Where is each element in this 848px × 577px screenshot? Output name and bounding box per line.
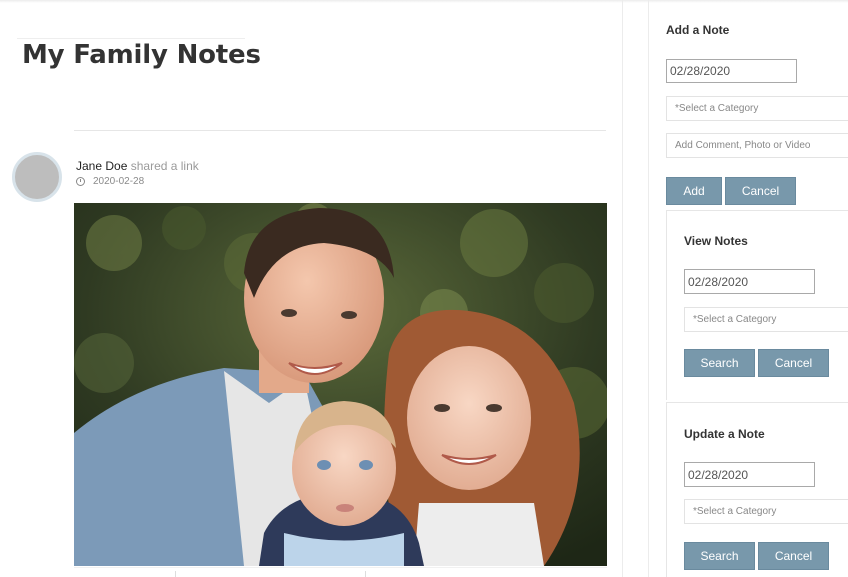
footer-tick [365,571,366,577]
view-cancel-button[interactable]: Cancel [758,349,829,377]
post-footer-line [74,567,607,568]
clock-icon [76,177,85,186]
feed-divider [74,130,606,131]
panel-divider [666,210,848,211]
view-notes-title: View Notes [684,234,748,248]
view-notes-date-input[interactable] [684,269,815,294]
panel-divider [666,402,848,403]
add-cancel-button[interactable]: Cancel [725,177,796,205]
column-divider [622,0,623,577]
update-note-category-select[interactable] [684,499,848,524]
panel-border [666,402,667,577]
add-note-category-select[interactable] [666,96,848,121]
top-shadow [0,0,848,3]
add-note-date-input[interactable] [666,59,797,83]
update-note-date-input[interactable] [684,462,815,487]
update-note-title: Update a Note [684,427,765,441]
update-cancel-button[interactable]: Cancel [758,542,829,570]
page-title: My Family Notes [22,40,261,70]
update-search-button[interactable]: Search [684,542,755,570]
panel-border [666,210,667,400]
view-search-button[interactable]: Search [684,349,755,377]
post-action: shared a link [130,159,199,173]
view-notes-category-select[interactable] [684,307,848,332]
post-date: 2020-02-28 [93,176,145,187]
sidebar-border [648,0,649,577]
author-name[interactable]: Jane Doe [76,159,127,173]
add-note-comment-input[interactable] [666,133,848,158]
footer-tick [175,571,176,577]
add-button[interactable]: Add [666,177,722,205]
post-photo[interactable] [74,203,607,566]
add-note-title: Add a Note [666,23,730,37]
avatar[interactable] [12,152,62,202]
post-header: Jane Doe shared a link [76,159,199,173]
